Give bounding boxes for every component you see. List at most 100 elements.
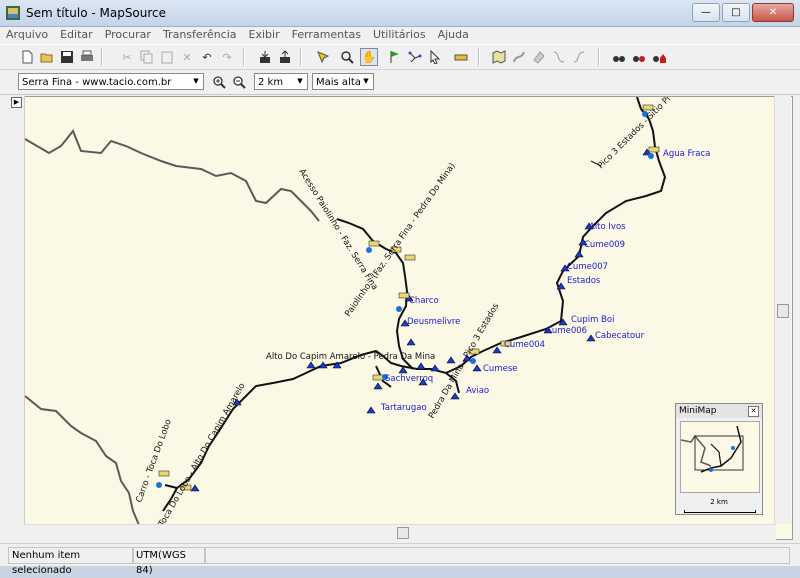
selection-tool-button[interactable] bbox=[426, 48, 444, 66]
vertical-scroll-thumb[interactable] bbox=[777, 304, 789, 318]
redo-button[interactable]: ↷ bbox=[218, 48, 236, 66]
delete-button[interactable]: ✕ bbox=[178, 48, 196, 66]
zoom-scale-select[interactable]: 2 km ▼ bbox=[254, 73, 308, 90]
datum-status: UTM(WGS 84) bbox=[132, 547, 206, 576]
divide-tool-button[interactable] bbox=[550, 48, 568, 66]
maximize-button[interactable]: □ bbox=[722, 3, 750, 22]
summit-icon bbox=[190, 484, 200, 492]
join-tool-button[interactable] bbox=[570, 48, 588, 66]
open-button[interactable] bbox=[38, 48, 56, 66]
menu-arquivo[interactable]: Arquivo bbox=[0, 27, 54, 43]
new-file-button[interactable] bbox=[18, 48, 36, 66]
paste-button[interactable] bbox=[158, 48, 176, 66]
menu-procurar[interactable]: Procurar bbox=[99, 27, 157, 43]
minimap-close-button[interactable]: ✕ bbox=[748, 406, 759, 417]
summit-icon bbox=[472, 364, 482, 372]
find-button[interactable] bbox=[610, 48, 628, 66]
pan-tool-button[interactable]: ✋ bbox=[360, 48, 378, 66]
summit-icon bbox=[450, 392, 460, 400]
undo-icon: ↶ bbox=[202, 50, 212, 64]
horizontal-scrollbar[interactable] bbox=[24, 524, 776, 541]
redo-icon: ↷ bbox=[222, 50, 232, 64]
waypoint-label: Charco bbox=[409, 296, 439, 306]
detail-level-select[interactable]: Mais alta ▼ bbox=[312, 73, 374, 90]
route-tool-button[interactable] bbox=[406, 48, 424, 66]
folder-open-icon bbox=[40, 53, 53, 63]
send-to-device-button[interactable] bbox=[276, 48, 294, 66]
trailhead-icon bbox=[404, 254, 416, 261]
waypoint-label: Cume006 bbox=[546, 326, 587, 336]
state-border-line bbox=[24, 395, 140, 526]
waypoint-label: Alto Ivos bbox=[589, 222, 626, 232]
map-product-tool-button[interactable] bbox=[490, 48, 508, 66]
menu-ferramentas[interactable]: Ferramentas bbox=[286, 27, 367, 43]
copy-button[interactable] bbox=[138, 48, 156, 66]
find-address-button[interactable] bbox=[650, 48, 668, 66]
mapsource-window: Sem título - MapSource — □ ✕ Arquivo Edi… bbox=[0, 0, 800, 576]
map-product-value: Serra Fina - www.tacio.com.br bbox=[22, 77, 172, 88]
waypoint-label: Sachverroq bbox=[385, 374, 433, 384]
minimize-button[interactable]: — bbox=[692, 3, 720, 22]
send-device-icon bbox=[280, 50, 290, 63]
waypoint-label: Estados bbox=[567, 276, 601, 286]
minimap-window[interactable]: MiniMap ✕ 2 km bbox=[675, 403, 763, 515]
summit-icon bbox=[446, 356, 456, 364]
waypoint-tool-button[interactable] bbox=[386, 48, 404, 66]
summit-icon bbox=[492, 346, 502, 354]
map-product-select[interactable]: Serra Fina - www.tacio.com.br ▼ bbox=[18, 73, 204, 90]
left-gutter: ▶ bbox=[7, 96, 25, 540]
track-tool-button[interactable] bbox=[510, 48, 528, 66]
flag-icon bbox=[390, 51, 399, 63]
track-label: Acesso Paiolinho - Faz. Serra Fina bbox=[296, 167, 379, 292]
waypoint-label: Cume009 bbox=[584, 240, 625, 250]
summit-icon bbox=[586, 334, 596, 342]
waypoint-label: Cumese bbox=[483, 364, 518, 374]
status-empty-cell bbox=[204, 547, 790, 564]
close-icon: ✕ bbox=[768, 7, 778, 18]
distance-tool-button[interactable] bbox=[452, 48, 470, 66]
waypoint-label: Cabecatour bbox=[595, 331, 645, 341]
summit-icon bbox=[574, 250, 584, 258]
waypoint-label: Cume004 bbox=[504, 340, 545, 350]
pointer-icon bbox=[430, 50, 441, 64]
trailhead-icon bbox=[366, 240, 380, 253]
map-tool-button[interactable] bbox=[314, 48, 332, 66]
save-button[interactable] bbox=[58, 48, 76, 66]
cut-button[interactable]: ✂ bbox=[118, 48, 136, 66]
zoom-out-button[interactable] bbox=[230, 73, 248, 91]
receive-device-icon bbox=[260, 51, 270, 63]
close-button[interactable]: ✕ bbox=[752, 3, 794, 22]
menu-exibir[interactable]: Exibir bbox=[243, 27, 286, 43]
menu-transferencia[interactable]: Transferência bbox=[157, 27, 243, 43]
eraser-tool-button[interactable] bbox=[530, 48, 548, 66]
vertical-scrollbar[interactable] bbox=[774, 96, 791, 524]
horizontal-scroll-thumb[interactable] bbox=[397, 527, 409, 539]
menu-editar[interactable]: Editar bbox=[54, 27, 99, 43]
binoculars-red-icon bbox=[633, 56, 645, 62]
minimap-canvas bbox=[681, 425, 744, 473]
waypoint-label: Tartarugao bbox=[380, 403, 427, 413]
summit-icon bbox=[373, 382, 383, 390]
copy-icon bbox=[140, 50, 153, 64]
zoom-tool-button[interactable] bbox=[338, 48, 356, 66]
find-places-button[interactable] bbox=[630, 48, 648, 66]
undo-button[interactable]: ↶ bbox=[198, 48, 216, 66]
menu-utilitarios[interactable]: Utilitários bbox=[367, 27, 432, 43]
minimap-view[interactable] bbox=[680, 421, 760, 493]
menu-ajuda[interactable]: Ajuda bbox=[432, 27, 475, 43]
paste-icon bbox=[161, 51, 173, 64]
close-icon: ✕ bbox=[750, 407, 757, 415]
zoom-in-icon bbox=[213, 76, 226, 89]
expand-panel-button[interactable]: ▶ bbox=[11, 97, 22, 108]
divide-track-icon bbox=[553, 51, 565, 63]
maximize-icon: □ bbox=[731, 7, 741, 18]
receive-from-device-button[interactable] bbox=[256, 48, 274, 66]
join-track-icon bbox=[573, 51, 585, 63]
waypoint-label: Cupim Boi bbox=[571, 315, 614, 325]
print-button[interactable] bbox=[78, 48, 96, 66]
zoom-in-button[interactable] bbox=[210, 73, 228, 91]
summit-icon bbox=[366, 406, 376, 414]
selection-status: Nenhum item selecionado bbox=[8, 547, 134, 576]
summit-icon bbox=[416, 362, 426, 370]
binoculars-house-icon bbox=[653, 54, 666, 63]
